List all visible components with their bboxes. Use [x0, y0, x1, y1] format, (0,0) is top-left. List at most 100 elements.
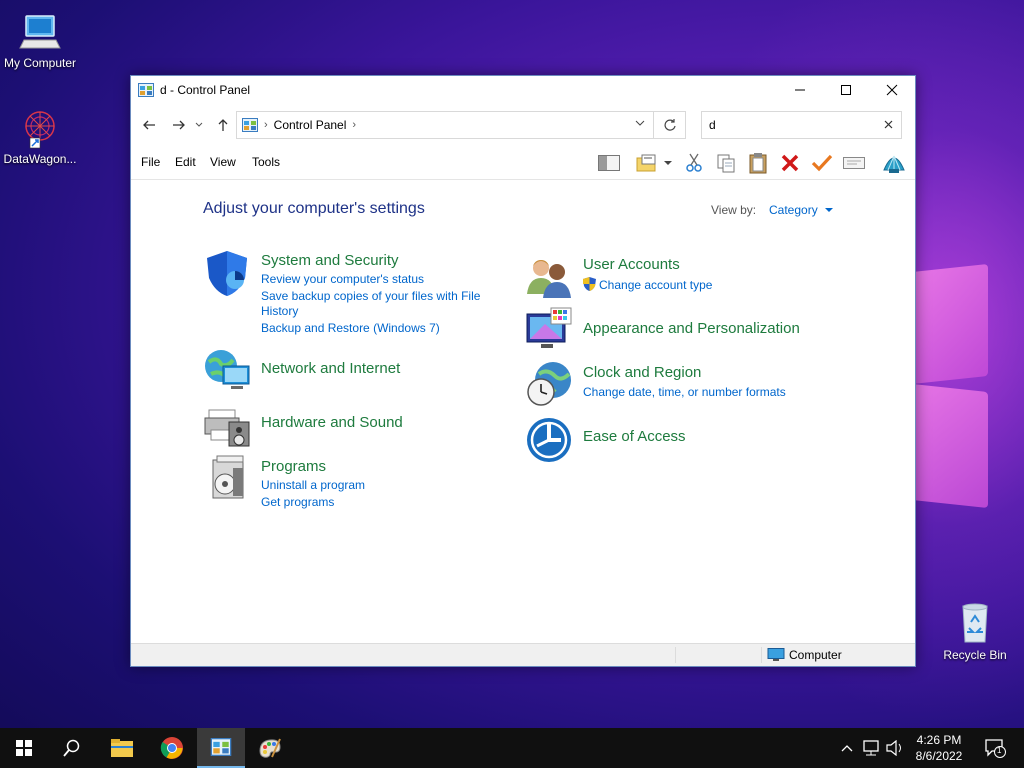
desktop-icon-recycle-bin[interactable]: Recycle Bin — [935, 602, 1015, 662]
taskbar-clock[interactable]: 4:26 PM 8/6/2022 — [900, 732, 978, 764]
menu-edit[interactable]: Edit — [175, 155, 196, 169]
link-uninstall-program[interactable]: Uninstall a program — [261, 478, 365, 492]
category-title[interactable]: Ease of Access — [583, 428, 686, 445]
link-backup-restore[interactable]: Backup and Restore (Windows 7) — [261, 321, 440, 335]
maximize-button[interactable] — [823, 76, 869, 104]
refresh-button[interactable] — [654, 111, 686, 139]
shell-globe-button[interactable] — [881, 152, 907, 174]
monitor-palette-icon — [526, 307, 572, 348]
menu-view[interactable]: View — [210, 155, 236, 169]
category-title[interactable]: Network and Internet — [261, 360, 400, 377]
address-bar[interactable]: › Control Panel › — [236, 111, 654, 139]
new-folder-button[interactable] — [634, 152, 660, 174]
computer-icon — [19, 15, 61, 49]
view-by-dropdown[interactable]: Category — [769, 203, 834, 217]
taskbar-chrome[interactable] — [148, 728, 196, 768]
address-dropdown-button[interactable] — [635, 118, 645, 130]
layout-pane-button[interactable] — [596, 152, 622, 174]
menu-tools[interactable]: Tools — [252, 155, 280, 169]
control-panel-window[interactable]: d - Control Panel › Control Panel › d Fi… — [130, 75, 916, 667]
scissors-icon — [686, 153, 702, 172]
copy-button[interactable] — [713, 152, 739, 174]
category-title[interactable]: Hardware and Sound — [261, 414, 403, 431]
back-button[interactable] — [139, 116, 159, 134]
chevron-down-icon — [635, 120, 645, 126]
breadcrumb-separator-icon[interactable]: › — [352, 119, 356, 131]
desktop-icon-label: DataWagon... — [3, 152, 77, 166]
category-title[interactable]: System and Security — [261, 252, 399, 269]
status-divider — [761, 647, 762, 663]
address-row: › Control Panel › — [131, 110, 915, 140]
search-icon — [63, 739, 80, 757]
search-button[interactable] — [48, 728, 96, 768]
control-panel-icon — [242, 118, 258, 132]
chevron-down-icon — [195, 122, 203, 127]
properties-check-button[interactable] — [809, 152, 835, 174]
taskbar-paint[interactable] — [246, 728, 294, 768]
cut-button[interactable] — [681, 152, 707, 174]
desktop-icon-my-computer[interactable]: My Computer — [0, 10, 80, 70]
network-tray-button[interactable] — [860, 728, 882, 768]
new-folder-dropdown-button[interactable] — [661, 152, 675, 174]
delete-button[interactable] — [777, 152, 803, 174]
rename-button[interactable] — [841, 152, 867, 174]
status-bar: Computer — [131, 643, 915, 666]
window-titlebar[interactable]: d - Control Panel — [131, 76, 915, 104]
category-title[interactable]: User Accounts — [583, 256, 680, 273]
recent-locations-button[interactable] — [193, 116, 205, 134]
desktop-icon-datawagon[interactable]: DataWagon... — [0, 106, 80, 166]
menu-file[interactable]: File — [141, 155, 160, 169]
link-change-date-time-formats[interactable]: Change date, time, or number formats — [583, 385, 786, 399]
link-review-status[interactable]: Review your computer's status — [261, 272, 424, 286]
view-by-label: View by: — [711, 203, 757, 217]
network-globe-icon — [205, 350, 250, 389]
taskbar: 4:26 PM 8/6/2022 1 — [0, 728, 1024, 768]
start-button[interactable] — [0, 728, 48, 768]
close-button[interactable] — [869, 76, 915, 104]
printer-speaker-icon — [204, 409, 250, 447]
view-by-value: Category — [769, 203, 818, 217]
taskbar-control-panel[interactable] — [197, 728, 245, 768]
network-icon — [863, 740, 879, 756]
clock-date: 8/6/2022 — [915, 749, 963, 763]
show-hidden-icons-button[interactable] — [838, 728, 856, 768]
link-get-programs[interactable]: Get programs — [261, 495, 334, 509]
link-change-account-type[interactable]: Change account type — [583, 277, 712, 292]
clear-search-button[interactable] — [884, 118, 893, 132]
ease-of-access-icon — [527, 418, 571, 462]
up-button[interactable] — [213, 116, 233, 134]
minimize-button[interactable] — [777, 76, 823, 104]
action-center-button[interactable]: 1 — [980, 728, 1010, 768]
taskbar-file-explorer[interactable] — [98, 728, 146, 768]
delete-x-icon — [781, 154, 799, 172]
notification-icon — [985, 739, 1006, 758]
clock-globe-icon — [527, 362, 571, 406]
category-title[interactable]: Programs — [261, 458, 326, 475]
paint-palette-icon — [259, 738, 281, 758]
status-divider — [675, 647, 676, 663]
programs-box-icon — [212, 455, 244, 499]
checkmark-icon — [811, 154, 833, 172]
folder-note-icon — [636, 154, 656, 172]
maximize-icon — [841, 85, 851, 95]
pane-layout-icon — [598, 155, 620, 171]
search-box[interactable] — [701, 111, 902, 139]
chevron-down-icon — [664, 160, 672, 165]
category-title[interactable]: Clock and Region — [583, 364, 701, 381]
search-input[interactable] — [709, 118, 869, 132]
control-panel-content: Adjust your computer's settings View by:… — [131, 180, 915, 642]
category-title[interactable]: Appearance and Personalization — [583, 320, 800, 337]
control-panel-icon — [138, 83, 154, 97]
arrow-right-icon — [173, 120, 185, 130]
breadcrumb-control-panel[interactable]: Control Panel — [274, 118, 347, 132]
status-location: Computer — [767, 648, 842, 662]
paste-button[interactable] — [745, 152, 771, 174]
forward-button[interactable] — [169, 116, 189, 134]
shell-icon — [883, 155, 905, 173]
link-save-backup[interactable]: Save backup copies of your files with Fi… — [261, 289, 480, 303]
link-save-backup-continued[interactable]: History — [261, 304, 298, 318]
link-label: Change account type — [599, 278, 713, 292]
status-location-label: Computer — [789, 648, 842, 662]
arrow-up-icon — [218, 119, 228, 131]
desktop-icon-label: Recycle Bin — [943, 648, 1007, 662]
